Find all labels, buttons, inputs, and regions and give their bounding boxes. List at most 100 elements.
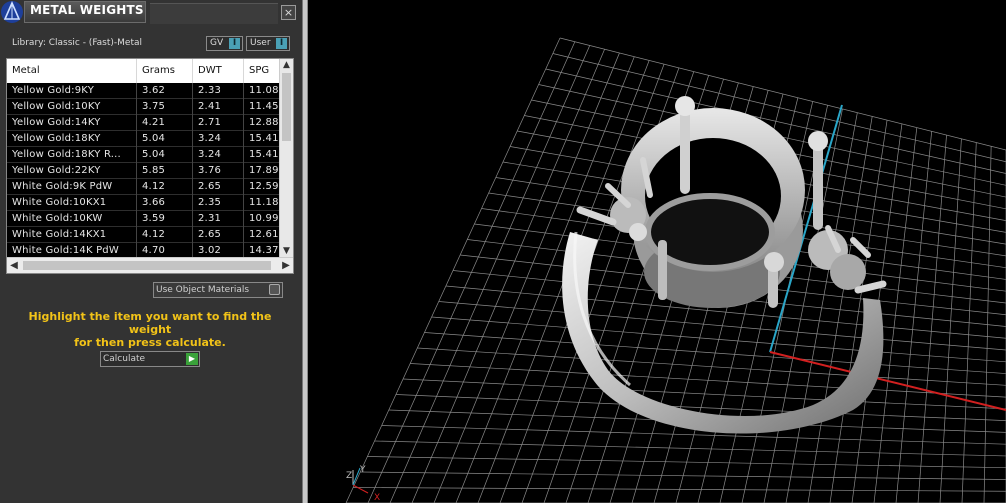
metal-weights-panel: METAL WEIGHTS × Library: Classic - (Fast… xyxy=(0,0,303,503)
cell-grams: 3.75 xyxy=(137,99,193,115)
cell-spg: 12.59 xyxy=(244,179,280,195)
gv-toggle[interactable]: GV I xyxy=(206,36,243,51)
instruction-text: Highlight the item you want to find the … xyxy=(14,310,286,349)
axis-y-label: Y xyxy=(359,465,366,475)
close-button[interactable]: × xyxy=(281,5,296,20)
cell-grams: 4.12 xyxy=(137,179,193,195)
cell-metal: White Gold:14KX1 xyxy=(7,227,137,243)
cell-dwt: 3.24 xyxy=(193,131,244,147)
cell-dwt: 2.41 xyxy=(193,99,244,115)
cell-grams: 4.21 xyxy=(137,115,193,131)
vertical-scroll-thumb[interactable] xyxy=(282,73,291,141)
instruction-line-1: Highlight the item you want to find the … xyxy=(28,310,272,336)
cell-spg: 12.88 xyxy=(244,115,280,131)
cell-metal: Yellow Gold:22KY xyxy=(7,163,137,179)
use-object-materials-checkbox[interactable] xyxy=(269,284,280,295)
cell-spg: 11.45 xyxy=(244,99,280,115)
table-row[interactable]: White Gold:10KW 3.59 2.31 10.99 xyxy=(7,211,280,227)
cell-dwt: 3.76 xyxy=(193,163,244,179)
cell-dwt: 2.71 xyxy=(193,115,244,131)
cell-grams: 3.59 xyxy=(137,211,193,227)
column-header-metal[interactable]: Metal xyxy=(7,59,137,83)
scroll-left-icon[interactable]: ◀ xyxy=(7,258,21,273)
grid-line xyxy=(367,456,1006,469)
cell-dwt: 2.33 xyxy=(193,83,244,99)
use-object-materials-option[interactable]: Use Object Materials xyxy=(153,282,283,298)
gv-toggle-icon: I xyxy=(229,38,240,49)
cell-grams: 5.85 xyxy=(137,163,193,179)
cell-dwt: 2.65 xyxy=(193,227,244,243)
grid-line xyxy=(360,471,1006,480)
cell-metal: Yellow Gold:10KY xyxy=(7,99,137,115)
cell-spg: 17.89 xyxy=(244,163,280,179)
horizontal-scrollbar[interactable]: ◀ ▶ xyxy=(7,257,293,273)
cell-dwt: 2.31 xyxy=(193,211,244,227)
cell-metal: White Gold:9K PdW xyxy=(7,179,137,195)
grid-line xyxy=(410,363,1006,398)
cell-dwt: 2.65 xyxy=(193,179,244,195)
table-row[interactable]: Yellow Gold:14KY 4.21 2.71 12.88 xyxy=(7,115,280,131)
grid-line xyxy=(417,347,1006,386)
cell-metal: Yellow Gold:18KY R... xyxy=(7,147,137,163)
cell-grams: 3.62 xyxy=(137,83,193,99)
cell-grams: 5.04 xyxy=(137,147,193,163)
table-row[interactable]: White Gold:9K PdW 4.12 2.65 12.59 xyxy=(7,179,280,195)
calculate-label: Calculate xyxy=(103,354,146,364)
cell-grams: 4.12 xyxy=(137,227,193,243)
panel-titlebar: METAL WEIGHTS × xyxy=(0,0,300,24)
cell-metal: Yellow Gold:9KY xyxy=(7,83,137,99)
calculate-button[interactable]: Calculate ▶ xyxy=(100,351,200,367)
column-header-spg[interactable]: SPG xyxy=(244,59,280,83)
column-header-grams[interactable]: Grams xyxy=(137,59,193,83)
cell-dwt: 2.35 xyxy=(193,195,244,211)
grid-line xyxy=(917,135,947,503)
scroll-up-icon[interactable]: ▲ xyxy=(280,59,293,71)
cell-spg: 11.08 xyxy=(244,83,280,99)
grid-line xyxy=(374,440,1006,457)
play-arrow-icon: ▶ xyxy=(186,353,198,365)
horizontal-scroll-thumb[interactable] xyxy=(23,261,271,270)
app-logo-icon xyxy=(1,1,23,23)
table-row[interactable]: Yellow Gold:10KY 3.75 2.41 11.45 xyxy=(7,99,280,115)
axis-x-label: X xyxy=(374,493,380,503)
table-row[interactable]: White Gold:14KX1 4.12 2.65 12.61 xyxy=(7,227,280,243)
cell-grams: 5.04 xyxy=(137,131,193,147)
panel-title: METAL WEIGHTS xyxy=(24,1,146,23)
x-axis-line xyxy=(769,351,1006,411)
metal-table: Metal Grams DWT SPG Yellow Gold:9KY 3.62 2… xyxy=(6,58,294,274)
cell-metal: White Gold:10KX1 xyxy=(7,195,137,211)
column-header-dwt[interactable]: DWT xyxy=(193,59,244,83)
vertical-scrollbar[interactable]: ▲ ▼ xyxy=(279,59,293,257)
grid-line xyxy=(424,332,1006,374)
grid-line xyxy=(895,131,933,503)
viewport-scene: Z Y X xyxy=(345,37,1006,503)
cell-metal: Yellow Gold:14KY xyxy=(7,115,137,131)
title-strip xyxy=(150,3,278,24)
library-label: Library: Classic - (Fast)-Metal xyxy=(12,38,143,48)
grid-line xyxy=(939,138,962,503)
table-header: Metal Grams DWT SPG xyxy=(7,59,280,83)
cell-metal: White Gold:10KW xyxy=(7,211,137,227)
table-row[interactable]: White Gold:10KX1 3.66 2.35 11.18 xyxy=(7,195,280,211)
user-toggle-label: User xyxy=(250,38,271,48)
table-row[interactable]: Yellow Gold:18KY 5.04 3.24 15.41 xyxy=(7,131,280,147)
cell-dwt: 3.24 xyxy=(193,147,244,163)
use-object-materials-label: Use Object Materials xyxy=(156,285,250,295)
scroll-down-icon[interactable]: ▼ xyxy=(280,245,293,257)
grid-line xyxy=(961,142,977,503)
3d-viewport[interactable]: Z Y X xyxy=(308,0,1006,503)
axis-z-label: Z xyxy=(346,471,352,481)
cell-grams: 3.66 xyxy=(137,195,193,211)
table-row[interactable]: Yellow Gold:22KY 5.85 3.76 17.89 xyxy=(7,163,280,179)
axis-gizmo: Z Y X xyxy=(346,465,380,503)
grid-line xyxy=(403,378,1006,410)
cell-spg: 10.99 xyxy=(244,211,280,227)
user-toggle[interactable]: User I xyxy=(246,36,290,51)
table-row[interactable]: Yellow Gold:18KY R... 5.04 3.24 15.41 xyxy=(7,147,280,163)
cell-spg: 15.41 xyxy=(244,131,280,147)
table-row[interactable]: Yellow Gold:9KY 3.62 2.33 11.08 xyxy=(7,83,280,99)
scroll-right-icon[interactable]: ▶ xyxy=(279,258,293,273)
grid-line xyxy=(438,301,1006,351)
instruction-line-2: for then press calculate. xyxy=(74,336,226,349)
gv-toggle-label: GV xyxy=(210,38,224,48)
